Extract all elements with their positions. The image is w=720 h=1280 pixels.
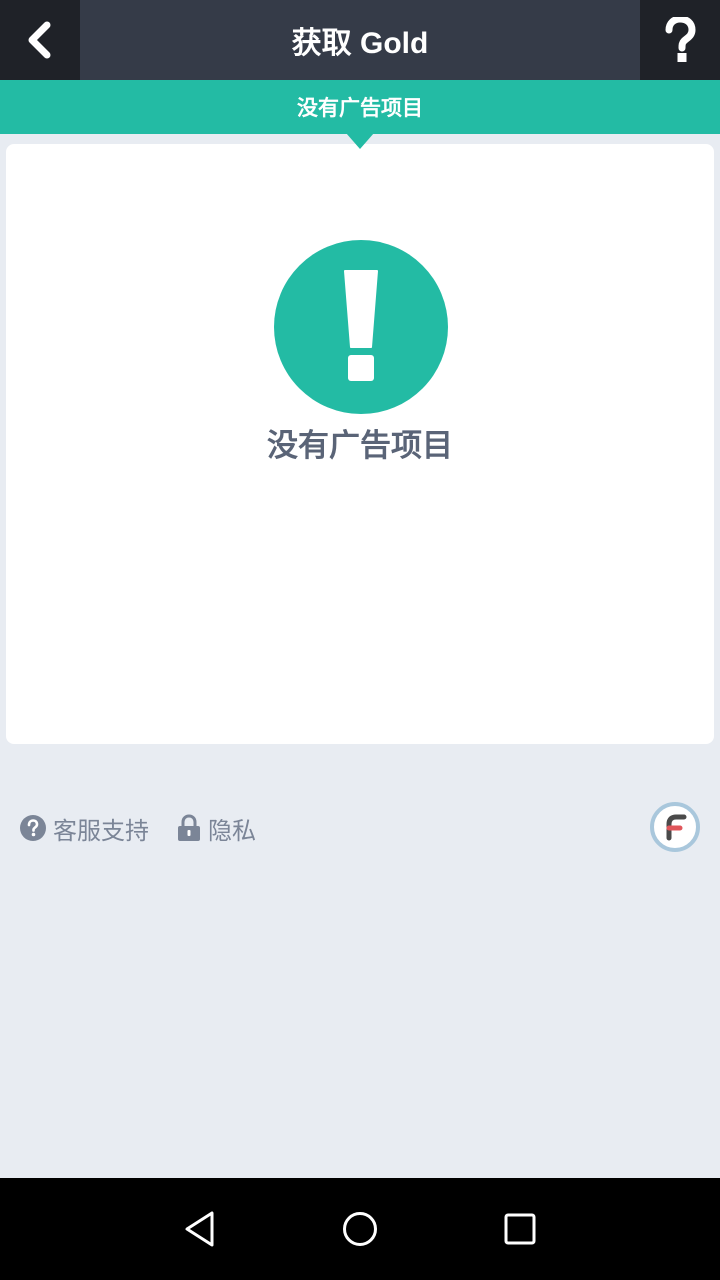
app-screen: 获取 Gold 没有广告项目 没有广告项目 客服支持 隐私: [0, 0, 720, 1280]
empty-state-message: 没有广告项目: [267, 428, 453, 464]
help-button[interactable]: [640, 0, 720, 80]
customer-support-label: 客服支持: [53, 816, 149, 845]
exclamation-icon: [274, 240, 448, 414]
brand-f-logo-icon[interactable]: [650, 802, 700, 852]
system-navigation-bar: [0, 1178, 720, 1280]
back-button[interactable]: [0, 0, 80, 80]
nav-back-icon[interactable]: [175, 1204, 225, 1254]
page-title: 获取 Gold: [291, 27, 429, 60]
privacy-label: 隐私: [208, 816, 256, 845]
footer-links: 客服支持 隐私: [0, 800, 720, 856]
tab-no-ads[interactable]: 没有广告项目: [297, 92, 423, 122]
nav-recent-icon[interactable]: [495, 1204, 545, 1254]
customer-support-link[interactable]: 客服支持: [19, 808, 149, 848]
lock-icon: [176, 814, 202, 842]
nav-home-icon[interactable]: [335, 1204, 385, 1254]
content-card: 没有广告项目: [6, 144, 714, 744]
top-bar: 获取 Gold: [0, 0, 720, 80]
question-mark-icon: [665, 17, 696, 62]
question-circle-icon: [19, 814, 47, 842]
privacy-link[interactable]: 隐私: [176, 808, 256, 848]
chevron-left-icon: [28, 21, 51, 59]
exclamation-mark-glyph: [344, 270, 378, 381]
tab-indicator: [346, 133, 374, 149]
tab-bar: 没有广告项目: [0, 80, 720, 134]
